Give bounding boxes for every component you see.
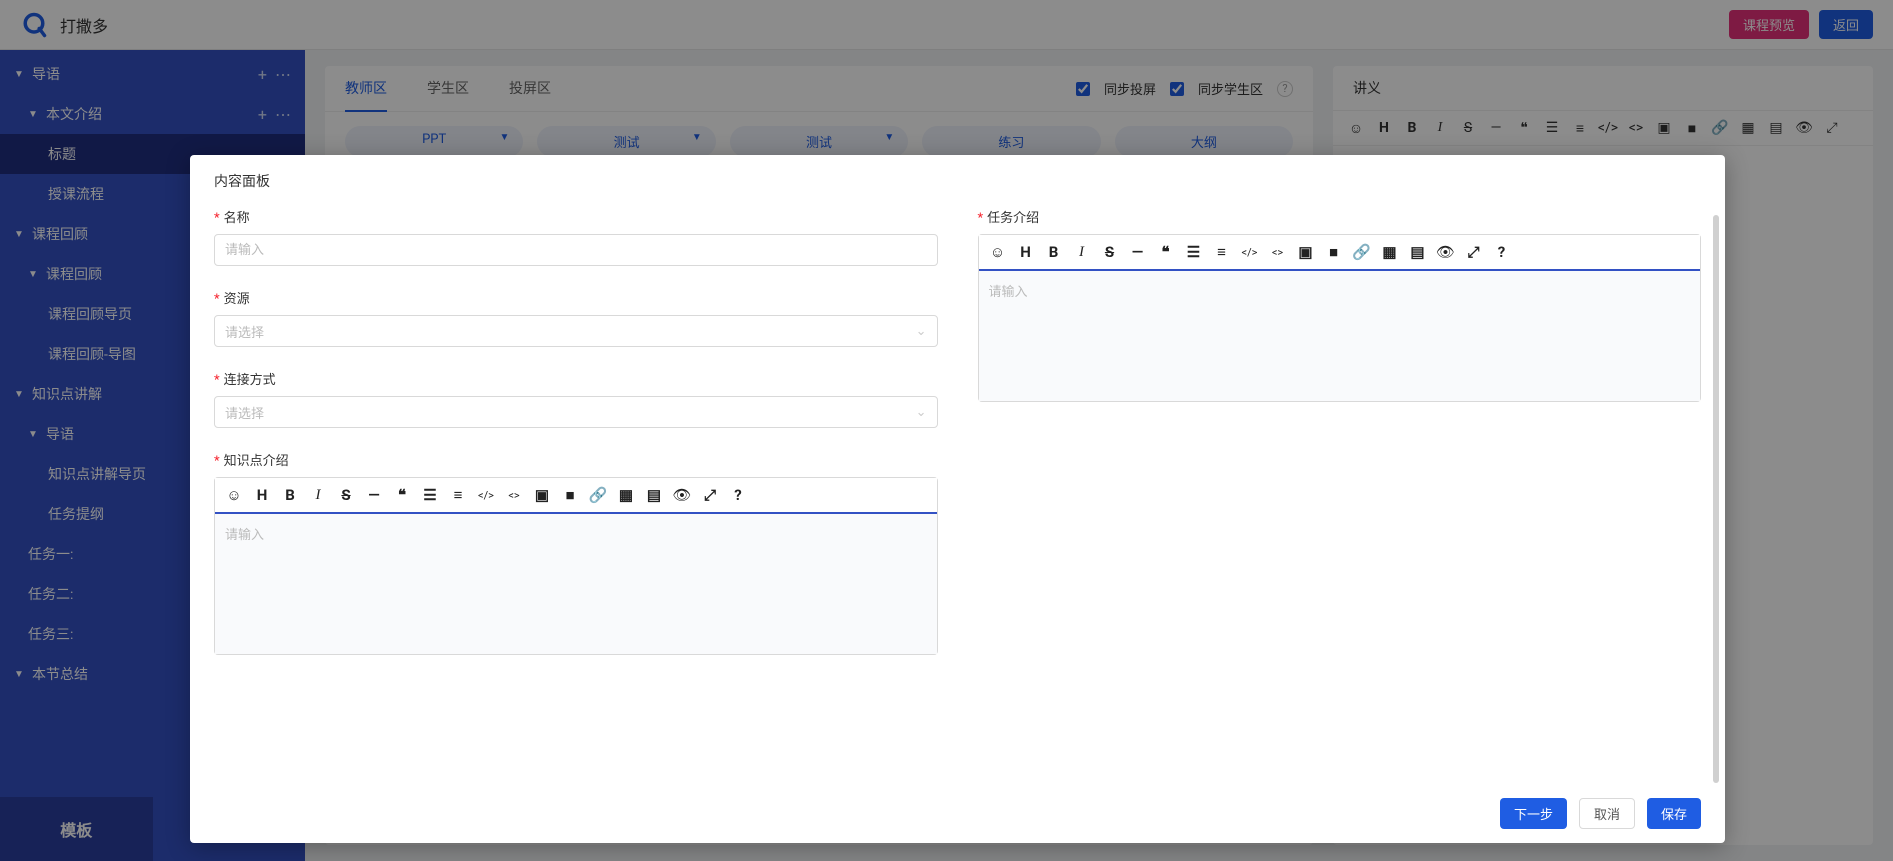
code-icon[interactable]: </> [477, 486, 495, 504]
knowledge-label: *知识点介绍 [214, 450, 938, 469]
chevron-down-icon: ⌄ [916, 405, 927, 420]
save-button[interactable]: 保存 [1647, 798, 1701, 829]
fullscreen-icon[interactable]: ⤢ [701, 486, 719, 504]
video-icon[interactable]: ■ [1325, 243, 1343, 261]
stack-icon[interactable]: ▤ [645, 486, 663, 504]
content-panel-modal: 内容面板 *名称 *资源 请选择⌄ *连接方式 请选择⌄ *知识点介绍 ☺ H [190, 155, 1725, 843]
ul-icon[interactable]: ☰ [421, 486, 439, 504]
task-editor: ☺ H B I S — ❝ ☰ ≡ </> <> ▣ ■ 🔗 [978, 234, 1702, 402]
hr-icon[interactable]: — [1129, 243, 1147, 261]
strike-icon[interactable]: S [1101, 243, 1119, 261]
ol-icon[interactable]: ≡ [449, 486, 467, 504]
next-button[interactable]: 下一步 [1500, 798, 1567, 829]
link-icon[interactable]: 🔗 [1353, 243, 1371, 261]
image-icon[interactable]: ▣ [533, 486, 551, 504]
stack-icon[interactable]: ▤ [1409, 243, 1427, 261]
resource-label: *资源 [214, 288, 938, 307]
hr-icon[interactable]: — [365, 486, 383, 504]
ol-icon[interactable]: ≡ [1213, 243, 1231, 261]
codeblock-icon[interactable]: <> [1269, 243, 1287, 261]
table-icon[interactable]: ▦ [1381, 243, 1399, 261]
cancel-button[interactable]: 取消 [1579, 798, 1635, 829]
knowledge-textarea[interactable]: 请输入 [215, 514, 937, 654]
bold-icon[interactable]: B [281, 486, 299, 504]
help-icon[interactable]: ? [729, 486, 747, 504]
modal-scrollbar[interactable] [1713, 215, 1719, 783]
strike-icon[interactable]: S [337, 486, 355, 504]
italic-icon[interactable]: I [309, 486, 327, 504]
fullscreen-icon[interactable]: ⤢ [1465, 243, 1483, 261]
heading-icon[interactable]: H [1017, 243, 1035, 261]
quote-icon[interactable]: ❝ [393, 486, 411, 504]
image-icon[interactable]: ▣ [1297, 243, 1315, 261]
task-textarea[interactable]: 请输入 [979, 271, 1701, 401]
connect-label: *连接方式 [214, 369, 938, 388]
name-input[interactable] [214, 234, 938, 266]
chevron-down-icon: ⌄ [916, 324, 927, 339]
table-icon[interactable]: ▦ [617, 486, 635, 504]
italic-icon[interactable]: I [1073, 243, 1091, 261]
eye-icon[interactable]: 👁 [1437, 243, 1455, 261]
help-icon[interactable]: ? [1493, 243, 1511, 261]
knowledge-editor: ☺ H B I S — ❝ ☰ ≡ </> <> ▣ ■ 🔗 [214, 477, 938, 655]
code-icon[interactable]: </> [1241, 243, 1259, 261]
eye-icon[interactable]: 👁 [673, 486, 691, 504]
resource-select[interactable]: 请选择⌄ [214, 315, 938, 347]
codeblock-icon[interactable]: <> [505, 486, 523, 504]
emoji-icon[interactable]: ☺ [225, 486, 243, 504]
quote-icon[interactable]: ❝ [1157, 243, 1175, 261]
ul-icon[interactable]: ☰ [1185, 243, 1203, 261]
bold-icon[interactable]: B [1045, 243, 1063, 261]
emoji-icon[interactable]: ☺ [989, 243, 1007, 261]
video-icon[interactable]: ■ [561, 486, 579, 504]
link-icon[interactable]: 🔗 [589, 486, 607, 504]
modal-title: 内容面板 [190, 155, 1725, 207]
task-label: *任务介绍 [978, 207, 1702, 226]
heading-icon[interactable]: H [253, 486, 271, 504]
name-label: *名称 [214, 207, 938, 226]
connect-select[interactable]: 请选择⌄ [214, 396, 938, 428]
